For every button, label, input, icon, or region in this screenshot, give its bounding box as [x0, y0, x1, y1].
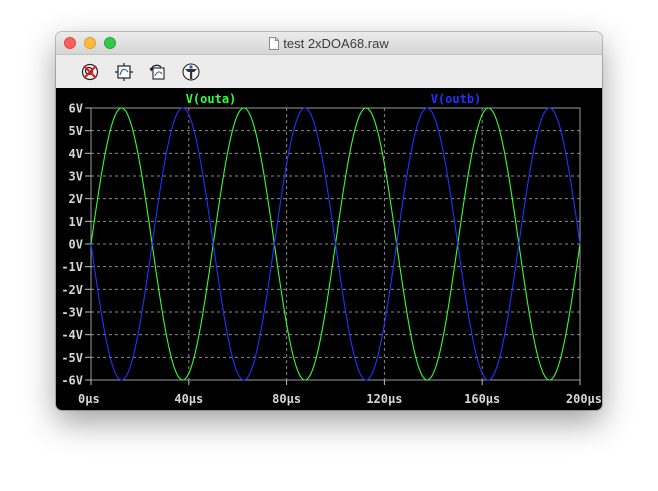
zoom-cancel-button[interactable] — [79, 61, 101, 83]
y-tick-label: 5V — [69, 124, 83, 138]
title-bar[interactable]: test 2xDOA68.raw — [56, 32, 602, 55]
window-title: test 2xDOA68.raw — [283, 36, 389, 51]
autorange-icon — [115, 63, 133, 81]
waveform-window: test 2xDOA68.raw 0µs 40µs 80µs 120µs 160… — [56, 32, 602, 410]
y-tick-label: -3V — [61, 306, 83, 320]
y-tick-label: 3V — [69, 170, 83, 184]
legend: V(outa) V(outb) — [186, 92, 482, 106]
undo-button[interactable] — [147, 61, 169, 83]
y-tick-label: -5V — [61, 351, 83, 365]
undo-icon — [149, 64, 165, 80]
x-tick-label: 80µs — [272, 392, 301, 406]
legend-entry-outa: V(outa) — [186, 92, 237, 106]
probe-icon — [182, 63, 200, 81]
tick-marks: 0µs 40µs 80µs 120µs 160µs 200µs 6V 5V 4V 3V 2V 1V 0V… — [61, 102, 602, 407]
y-tick-label: -1V — [61, 260, 83, 274]
legend-entry-outb: V(outb) — [431, 92, 482, 106]
y-tick-label: -4V — [61, 328, 83, 342]
x-tick-label: 120µs — [366, 392, 402, 406]
zoom-cancel-icon — [81, 63, 99, 81]
y-tick-label: -6V — [61, 374, 83, 388]
x-tick-label: 40µs — [174, 392, 203, 406]
y-tick-label: 1V — [69, 215, 83, 229]
x-tick-label: 160µs — [464, 392, 500, 406]
document-icon — [269, 37, 280, 50]
y-tick-label: 6V — [69, 102, 83, 116]
x-tick-label: 200µs — [566, 392, 602, 406]
y-tick-label: -2V — [61, 283, 83, 297]
window-title-container: test 2xDOA68.raw — [56, 36, 602, 51]
y-tick-label: 4V — [69, 147, 83, 161]
waveform-chart[interactable]: 0µs 40µs 80µs 120µs 160µs 200µs 6V 5V 4V 3V 2V 1V 0V… — [56, 88, 602, 410]
y-tick-label: 2V — [69, 192, 83, 206]
x-tick-label: 0µs — [78, 392, 100, 406]
probe-button[interactable] — [180, 61, 202, 83]
plot-pane[interactable]: 0µs 40µs 80µs 120µs 160µs 200µs 6V 5V 4V 3V 2V 1V 0V… — [56, 88, 602, 410]
toolbar — [56, 55, 602, 89]
y-tick-label: 0V — [69, 238, 83, 252]
autorange-button[interactable] — [113, 61, 135, 83]
